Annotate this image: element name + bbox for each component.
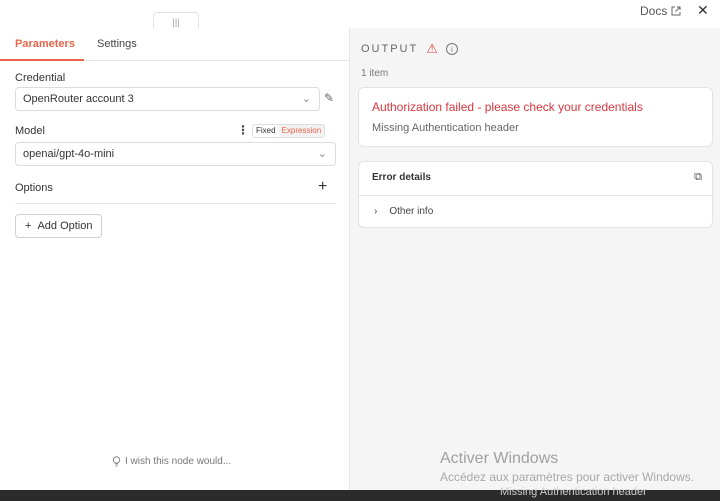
warning-icon: ⚠ bbox=[426, 41, 438, 56]
close-icon[interactable]: ✕ bbox=[697, 2, 709, 19]
chevron-down-icon: ⌄ bbox=[317, 148, 327, 160]
other-info-label: Other info bbox=[389, 206, 434, 217]
other-info-toggle[interactable]: › Other info bbox=[374, 206, 433, 217]
model-value: openai/gpt-4o-mini bbox=[23, 148, 115, 160]
info-icon[interactable]: i bbox=[445, 43, 458, 55]
add-option-label: Add Option bbox=[37, 220, 93, 232]
toggle-expression[interactable]: Expression bbox=[278, 125, 325, 137]
credential-value: OpenRouter account 3 bbox=[23, 93, 134, 105]
output-header: OUTPUT ⚠ i bbox=[361, 41, 458, 57]
windows-watermark-subtitle: Accédez aux paramètres pour activer Wind… bbox=[440, 470, 695, 484]
feedback-link[interactable]: I wish this node would... bbox=[112, 456, 231, 467]
docs-label: Docs bbox=[640, 4, 668, 18]
error-details-card: Error details ⧉ › Other info bbox=[358, 161, 713, 228]
more-options-icon[interactable]: ⋮ bbox=[237, 123, 249, 137]
feedback-label: I wish this node would... bbox=[125, 456, 232, 467]
fixed-expression-toggle[interactable]: Fixed Expression bbox=[252, 124, 326, 138]
credential-label: Credential bbox=[15, 72, 66, 84]
add-icon[interactable]: + bbox=[318, 178, 327, 196]
output-panel: OUTPUT ⚠ i 1 item Authorization failed -… bbox=[350, 28, 720, 490]
docs-link[interactable]: Docs bbox=[640, 4, 681, 18]
windows-watermark-title: Activer Windows bbox=[440, 450, 559, 467]
credential-select[interactable]: OpenRouter account 3 ⌄ bbox=[15, 87, 320, 111]
model-label: Model bbox=[15, 125, 45, 137]
active-tab-indicator bbox=[0, 59, 84, 61]
copy-icon[interactable]: ⧉ bbox=[694, 171, 702, 184]
details-divider bbox=[359, 195, 712, 196]
item-count: 1 item bbox=[361, 68, 389, 79]
tab-settings[interactable]: Settings bbox=[97, 38, 137, 50]
parameters-panel: Parameters Settings Credential OpenRoute… bbox=[0, 28, 350, 490]
top-bar: ||| Docs ✕ bbox=[0, 0, 720, 30]
pencil-icon[interactable]: ✎ bbox=[324, 91, 334, 105]
error-message: Missing Authentication header bbox=[372, 122, 519, 134]
chevron-down-icon: ⌄ bbox=[301, 93, 311, 105]
external-link-icon bbox=[671, 6, 681, 16]
model-select[interactable]: openai/gpt-4o-mini ⌄ bbox=[15, 142, 336, 166]
output-title: OUTPUT bbox=[361, 43, 419, 55]
error-details-title: Error details bbox=[372, 172, 431, 183]
lightbulb-icon bbox=[112, 456, 121, 467]
tab-bar: Parameters Settings bbox=[0, 28, 349, 61]
chevron-right-icon: › bbox=[374, 206, 378, 217]
options-divider bbox=[15, 203, 336, 204]
add-option-button[interactable]: + Add Option bbox=[15, 214, 103, 238]
plus-icon: + bbox=[25, 220, 32, 232]
toggle-fixed[interactable]: Fixed bbox=[253, 125, 279, 137]
options-label: Options bbox=[15, 182, 53, 194]
error-card: Authorization failed - please check your… bbox=[358, 87, 713, 147]
error-title: Authorization failed - please check your… bbox=[372, 100, 643, 114]
tab-parameters[interactable]: Parameters bbox=[15, 38, 75, 50]
underlay-text: Missing Authentication header bbox=[500, 486, 647, 498]
